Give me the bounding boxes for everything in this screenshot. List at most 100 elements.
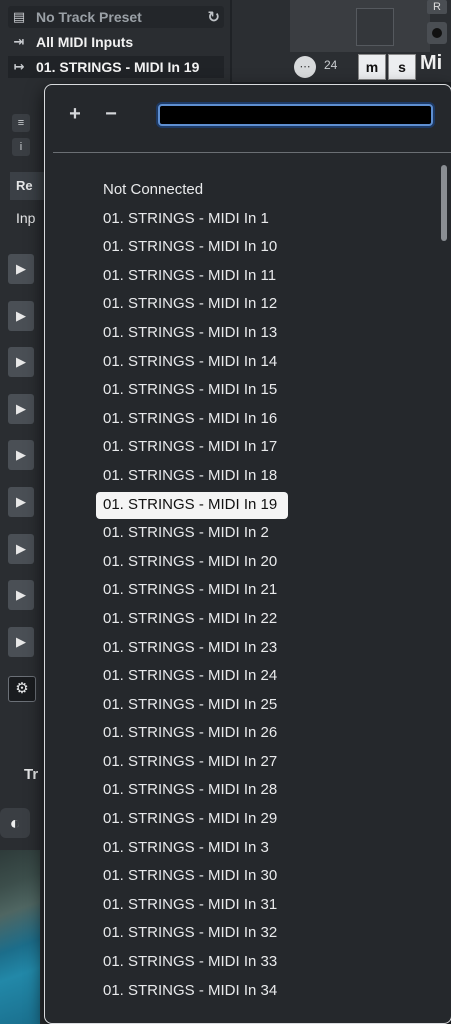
list-item[interactable]: 01. STRINGS - MIDI In 1 bbox=[45, 205, 435, 234]
list-item[interactable]: 01. STRINGS - MIDI In 12 bbox=[45, 290, 435, 319]
inspector-side-icons: ≡ i bbox=[12, 114, 30, 162]
read-button[interactable]: R bbox=[427, 0, 447, 14]
inspector-tab[interactable]: Re bbox=[10, 172, 48, 200]
play-button[interactable]: ▶ bbox=[8, 580, 34, 611]
list-item-label: 01. STRINGS - MIDI In 1 bbox=[103, 209, 269, 227]
list-item[interactable]: 01. STRINGS - MIDI In 2 bbox=[45, 519, 435, 548]
solo-button[interactable]: s bbox=[388, 54, 416, 80]
midi-output-selector[interactable]: ↦ 01. STRINGS - MIDI In 19 bbox=[8, 56, 224, 78]
list-item-label: 01. STRINGS - MIDI In 12 bbox=[103, 295, 278, 313]
track-preset-label: No Track Preset bbox=[36, 9, 142, 25]
midi-input-label: All MIDI Inputs bbox=[36, 34, 134, 50]
gear-icon[interactable]: ⚙ bbox=[8, 676, 36, 702]
list-item-label: 01. STRINGS - MIDI In 14 bbox=[103, 352, 278, 370]
list-item-label: 01. STRINGS - MIDI In 21 bbox=[103, 581, 278, 599]
list-item-label: 01. STRINGS - MIDI In 31 bbox=[103, 895, 278, 913]
mute-button[interactable]: m bbox=[358, 54, 386, 80]
info-icon[interactable]: i bbox=[12, 138, 30, 156]
list-item-label: 01. STRINGS - MIDI In 15 bbox=[103, 381, 278, 399]
list-item[interactable]: 01. STRINGS - MIDI In 27 bbox=[45, 748, 435, 777]
search-input[interactable] bbox=[158, 104, 433, 126]
list-item-label: 01. STRINGS - MIDI In 33 bbox=[103, 953, 278, 971]
list-item-label: 01. STRINGS - MIDI In 10 bbox=[103, 238, 278, 256]
list-item[interactable]: 01. STRINGS - MIDI In 24 bbox=[45, 662, 435, 691]
list-item-selected[interactable]: 01. STRINGS - MIDI In 19 bbox=[45, 491, 435, 520]
play-button[interactable]: ▶ bbox=[8, 347, 34, 378]
list-item-label: 01. STRINGS - MIDI In 2 bbox=[103, 524, 269, 542]
list-item-label: 01. STRINGS - MIDI In 16 bbox=[103, 409, 278, 427]
list-item-label: 01. STRINGS - MIDI In 3 bbox=[103, 838, 269, 856]
midi-input-selector[interactable]: ⇥ All MIDI Inputs bbox=[8, 31, 224, 53]
list-item-label: 01. STRINGS - MIDI In 34 bbox=[103, 981, 278, 999]
list-item[interactable]: 01. STRINGS - MIDI In 21 bbox=[45, 576, 435, 605]
list-item[interactable]: 01. STRINGS - MIDI In 31 bbox=[45, 891, 435, 920]
list-item-label: 01. STRINGS - MIDI In 20 bbox=[103, 552, 278, 570]
track-name: Mi bbox=[420, 52, 443, 74]
play-button-column: ▶ ▶ ▶ ▶ ▶ ▶ ▶ ▶ ▶ bbox=[8, 254, 34, 673]
list-item-label: 01. STRINGS - MIDI In 30 bbox=[103, 867, 278, 885]
list-item[interactable]: 01. STRINGS - MIDI In 29 bbox=[45, 805, 435, 834]
list-item-label: 01. STRINGS - MIDI In 24 bbox=[103, 667, 278, 685]
list-item-label: 01. STRINGS - MIDI In 19 bbox=[103, 495, 278, 513]
output-arrow-icon: ↦ bbox=[13, 59, 25, 74]
add-button[interactable]: + bbox=[65, 103, 85, 126]
list-item[interactable]: 01. STRINGS - MIDI In 16 bbox=[45, 405, 435, 434]
track-preset-selector[interactable]: ▤ No Track Preset ↻ bbox=[8, 6, 224, 28]
midi-output-label: 01. STRINGS - MIDI In 19 bbox=[36, 59, 200, 75]
knob-icon[interactable]: ◐ bbox=[0, 808, 30, 838]
list-item[interactable]: 01. STRINGS - MIDI In 15 bbox=[45, 376, 435, 405]
list-item[interactable]: 01. STRINGS - MIDI In 20 bbox=[45, 548, 435, 577]
list-item-label: 01. STRINGS - MIDI In 28 bbox=[103, 781, 278, 799]
section-label: Tr bbox=[24, 766, 39, 783]
notepad-icon[interactable]: ≡ bbox=[12, 114, 30, 132]
play-button[interactable]: ▶ bbox=[8, 486, 34, 517]
play-button[interactable]: ▶ bbox=[8, 254, 34, 284]
list-item[interactable]: 01. STRINGS - MIDI In 11 bbox=[45, 262, 435, 291]
list-item[interactable]: 01. STRINGS - MIDI In 3 bbox=[45, 834, 435, 863]
remove-button[interactable]: − bbox=[101, 103, 121, 126]
list-item-label: 01. STRINGS - MIDI In 18 bbox=[103, 466, 278, 484]
scrollbar[interactable] bbox=[441, 165, 447, 1015]
list-item[interactable]: Not Connected bbox=[45, 176, 435, 205]
list-item[interactable]: 01. STRINGS - MIDI In 26 bbox=[45, 719, 435, 748]
list-item-label: 01. STRINGS - MIDI In 27 bbox=[103, 752, 278, 770]
play-button[interactable]: ▶ bbox=[8, 626, 34, 657]
list-item[interactable]: 01. STRINGS - MIDI In 34 bbox=[45, 977, 435, 1006]
list-item-label: Not Connected bbox=[103, 181, 204, 198]
list-item[interactable]: 01. STRINGS - MIDI In 32 bbox=[45, 919, 435, 948]
inputs-label: Inp bbox=[16, 210, 36, 226]
list-item-label: 01. STRINGS - MIDI In 26 bbox=[103, 724, 278, 742]
list-item-label: 01. STRINGS - MIDI In 17 bbox=[103, 438, 278, 456]
list-item[interactable]: 01. STRINGS - MIDI In 17 bbox=[45, 433, 435, 462]
list-item[interactable]: 01. STRINGS - MIDI In 10 bbox=[45, 233, 435, 262]
track-slot[interactable] bbox=[356, 8, 394, 46]
scrollbar-thumb[interactable] bbox=[441, 165, 447, 241]
list-item[interactable]: 01. STRINGS - MIDI In 25 bbox=[45, 691, 435, 720]
refresh-icon[interactable]: ↻ bbox=[207, 8, 220, 26]
list-item[interactable]: 01. STRINGS - MIDI In 14 bbox=[45, 348, 435, 377]
play-button[interactable]: ▶ bbox=[8, 300, 34, 331]
play-button[interactable]: ▶ bbox=[8, 393, 34, 424]
list-item[interactable]: 01. STRINGS - MIDI In 23 bbox=[45, 634, 435, 663]
list-item-label: 01. STRINGS - MIDI In 29 bbox=[103, 810, 278, 828]
midi-port-popup: + − Not Connected 01. STRINGS - MIDI In 1… bbox=[44, 84, 451, 1024]
record-button[interactable] bbox=[427, 22, 447, 44]
list-item[interactable]: 01. STRINGS - MIDI In 18 bbox=[45, 462, 435, 491]
play-button[interactable]: ▶ bbox=[8, 440, 34, 471]
list-item[interactable]: 01. STRINGS - MIDI In 30 bbox=[45, 862, 435, 891]
track-header-strip: R ⋯ 24 bbox=[232, 0, 451, 82]
list-item[interactable]: 01. STRINGS - MIDI In 22 bbox=[45, 605, 435, 634]
popup-header: + − bbox=[45, 85, 451, 151]
preset-icon: ▤ bbox=[12, 9, 26, 24]
play-button[interactable]: ▶ bbox=[8, 533, 34, 564]
desktop-wallpaper bbox=[0, 850, 40, 1024]
list-item-label: 01. STRINGS - MIDI In 25 bbox=[103, 695, 278, 713]
midi-port-icon: ⋯ bbox=[294, 56, 316, 78]
divider bbox=[53, 152, 451, 153]
list-item[interactable]: 01. STRINGS - MIDI In 13 bbox=[45, 319, 435, 348]
list-item-label: 01. STRINGS - MIDI In 11 bbox=[103, 266, 277, 284]
list-item[interactable]: 01. STRINGS - MIDI In 28 bbox=[45, 776, 435, 805]
list-item[interactable]: 01. STRINGS - MIDI In 33 bbox=[45, 948, 435, 977]
list-item-label: 01. STRINGS - MIDI In 22 bbox=[103, 609, 278, 627]
list-item-label: 01. STRINGS - MIDI In 23 bbox=[103, 638, 278, 656]
